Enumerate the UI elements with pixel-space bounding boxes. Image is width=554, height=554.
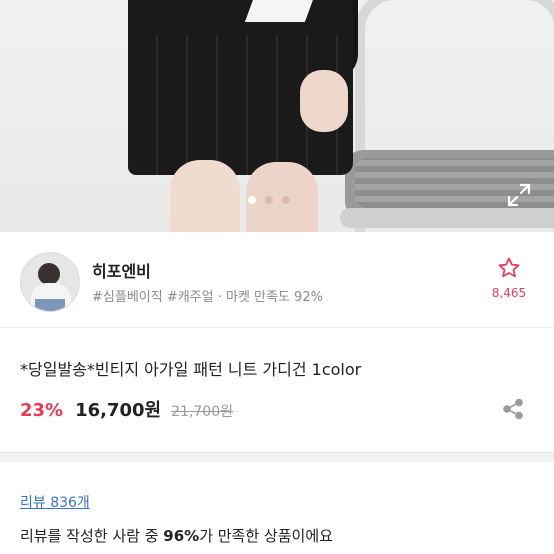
avatar-head	[38, 263, 60, 285]
review-section: 리뷰 836개 리뷰를 작성한 사람 중 96%가 만족한 상품이에요	[0, 462, 554, 554]
review-summary-suffix: 가 만족한 상품이에요	[199, 527, 333, 545]
carousel-dot-1[interactable]	[248, 196, 256, 204]
product-title: *당일발송*빈티지 아가일 패턴 니트 가디건 1color	[20, 360, 362, 379]
star-outline-icon	[498, 257, 520, 278]
photo-chair-base	[340, 208, 554, 228]
review-count-link[interactable]: 리뷰 836개	[20, 492, 90, 512]
carousel-dot-2[interactable]	[265, 196, 273, 204]
share-icon[interactable]	[502, 398, 524, 420]
seller-name[interactable]: 히포엔비	[92, 258, 151, 282]
seller-row[interactable]: 히포엔비 #심플베이직 #캐주얼 · 마켓 만족도 92% 8,465	[0, 232, 554, 328]
carousel-indicator	[248, 196, 290, 204]
photo-collar	[244, 0, 316, 22]
seller-tags: #심플베이직 #캐주얼 · 마켓 만족도 92%	[92, 290, 323, 305]
original-price: 21,700원	[171, 404, 233, 420]
photo-hand	[300, 70, 348, 132]
avatar-jeans	[35, 299, 65, 311]
review-summary: 리뷰를 작성한 사람 중 96%가 만족한 상품이에요	[20, 525, 333, 546]
photo-leg-left	[170, 160, 240, 232]
favorite-button[interactable]: 8,465	[484, 256, 534, 300]
review-summary-prefix: 리뷰를 작성한 사람 중	[20, 527, 164, 545]
discount-rate: 23%	[20, 400, 64, 421]
carousel-dot-3[interactable]	[282, 196, 290, 204]
product-info: *당일발송*빈티지 아가일 패턴 니트 가디건 1color 23% 16,70…	[0, 328, 554, 440]
review-satisfaction-percent: 96%	[163, 527, 200, 545]
expand-icon[interactable]	[506, 182, 532, 208]
price-row: 23% 16,700원 21,700원	[20, 396, 233, 422]
sale-price: 16,700원	[75, 400, 162, 421]
favorite-count: 8,465	[491, 286, 527, 300]
seller-avatar[interactable]	[20, 252, 80, 312]
section-divider	[0, 452, 554, 462]
product-image-carousel[interactable]	[0, 0, 554, 232]
